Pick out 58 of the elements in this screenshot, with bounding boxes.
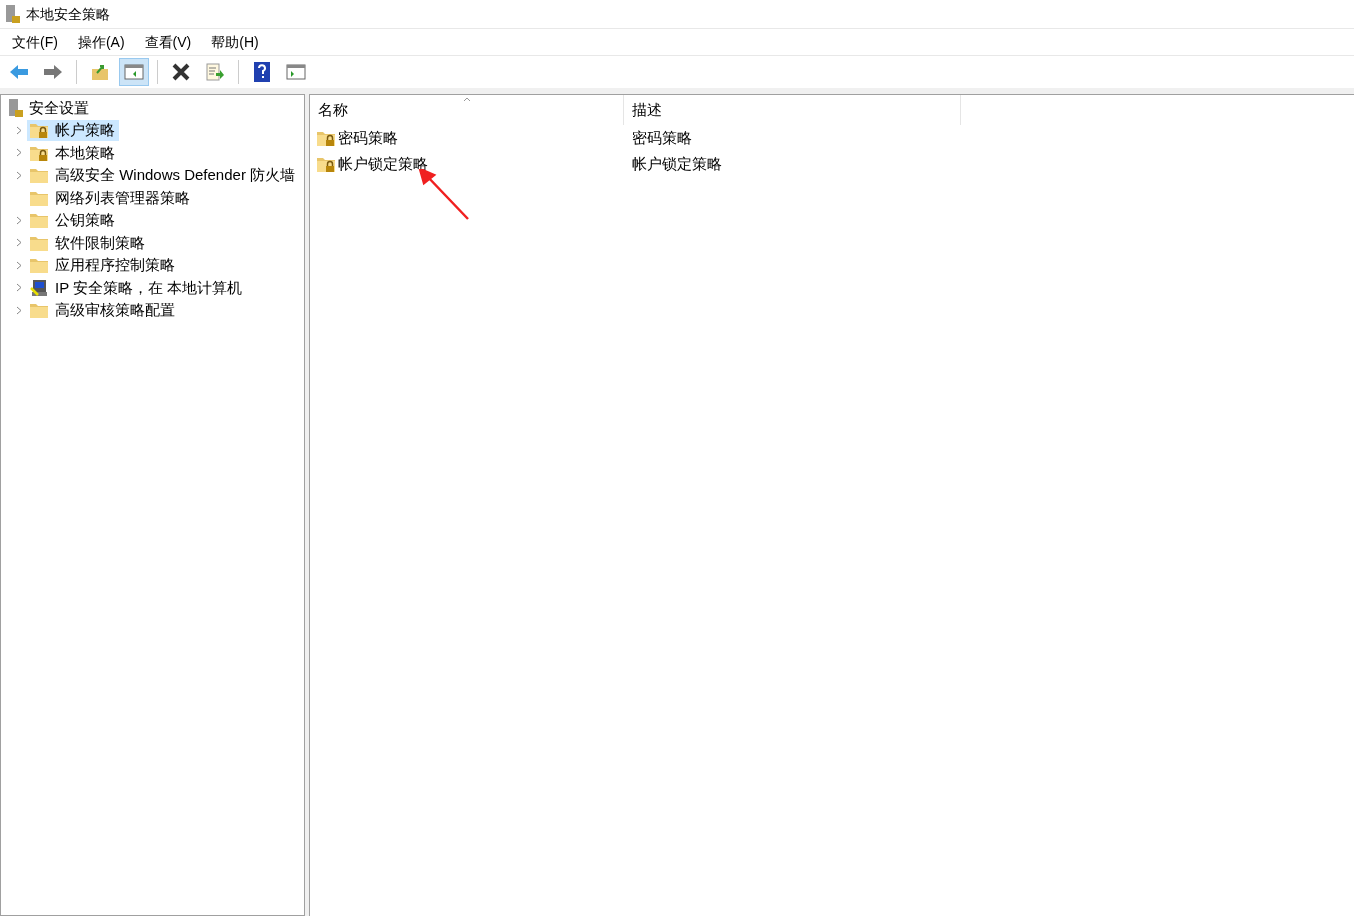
list-item-description: 帐户锁定策略 bbox=[631, 153, 722, 174]
tree-item-label: 本地策略 bbox=[55, 142, 115, 163]
tree-item[interactable]: 高级审核策略配置 bbox=[27, 299, 179, 321]
sort-caret-icon bbox=[463, 97, 471, 102]
menu-item[interactable]: 帮助(H) bbox=[211, 31, 259, 53]
chevron-right-icon[interactable] bbox=[16, 283, 22, 293]
locked-folder-icon bbox=[29, 121, 49, 140]
locked-folder-icon bbox=[316, 155, 336, 173]
folder-icon bbox=[29, 166, 49, 185]
tree-item[interactable]: IP 安全策略，在 本地计算机 bbox=[27, 277, 247, 299]
column-header[interactable]: 描述 bbox=[624, 95, 961, 125]
chevron-right-icon[interactable] bbox=[16, 170, 22, 180]
locked-folder-icon bbox=[316, 129, 336, 147]
tree-item-label: 高级安全 Windows Defender 防火墙 bbox=[55, 165, 296, 185]
tree-item-label: IP 安全策略，在 本地计算机 bbox=[55, 277, 243, 298]
tree-item-label: 帐户策略 bbox=[55, 120, 115, 140]
window-pane-icon bbox=[124, 64, 144, 80]
tree-item[interactable]: 高级安全 Windows Defender 防火墙 bbox=[27, 164, 300, 186]
server-lock-icon bbox=[7, 98, 25, 118]
window-title: 本地安全策略 bbox=[26, 4, 110, 24]
chevron-right-icon[interactable] bbox=[16, 215, 22, 225]
tree-item[interactable]: 公钥策略 bbox=[27, 209, 119, 231]
chevron-right-icon[interactable] bbox=[16, 238, 22, 248]
tree-item[interactable]: 应用程序控制策略 bbox=[27, 254, 179, 276]
tree-item[interactable]: 软件限制策略 bbox=[27, 232, 149, 254]
tree-item[interactable]: 帐户策略 bbox=[27, 119, 119, 141]
folder-up-icon bbox=[91, 63, 109, 81]
folder-icon bbox=[29, 256, 49, 275]
list-item-name[interactable]: 密码策略 bbox=[338, 126, 398, 150]
tree-root-label[interactable]: 安全设置 bbox=[29, 96, 89, 120]
computer-icon bbox=[29, 277, 49, 298]
folder-icon bbox=[29, 211, 49, 230]
list-item-name[interactable]: 帐户锁定策略 bbox=[338, 152, 428, 176]
server-lock-icon bbox=[4, 4, 22, 24]
tree-item-label: 应用程序控制策略 bbox=[55, 255, 175, 275]
annotation-arrow bbox=[418, 169, 470, 221]
tree-item[interactable]: 网络列表管理器策略 bbox=[27, 187, 194, 209]
back-arrow-icon bbox=[9, 64, 29, 80]
folder-icon bbox=[29, 301, 49, 320]
tree-item-label: 公钥策略 bbox=[55, 210, 115, 230]
list-item-description: 密码策略 bbox=[631, 127, 692, 148]
menu-item[interactable]: 操作(A) bbox=[77, 31, 125, 53]
chevron-right-icon[interactable] bbox=[16, 125, 22, 135]
export-list-icon bbox=[205, 63, 225, 81]
close-icon bbox=[172, 63, 190, 81]
column-header[interactable]: 名称 bbox=[310, 95, 624, 125]
window-pane-icon bbox=[286, 64, 306, 80]
tree-item[interactable]: 本地策略 bbox=[27, 142, 119, 164]
chevron-right-icon[interactable] bbox=[16, 148, 22, 158]
menu-item[interactable]: 查看(V) bbox=[144, 31, 192, 53]
chevron-right-icon[interactable] bbox=[16, 260, 22, 270]
tree-item-label: 高级审核策略配置 bbox=[55, 300, 175, 320]
menu-item[interactable]: 文件(F) bbox=[12, 31, 58, 53]
chevron-right-icon[interactable] bbox=[16, 305, 22, 315]
tree-item-label: 软件限制策略 bbox=[55, 232, 145, 253]
help-icon bbox=[254, 62, 270, 82]
tree-item-label: 网络列表管理器策略 bbox=[55, 187, 190, 208]
forward-arrow-icon bbox=[43, 64, 63, 80]
